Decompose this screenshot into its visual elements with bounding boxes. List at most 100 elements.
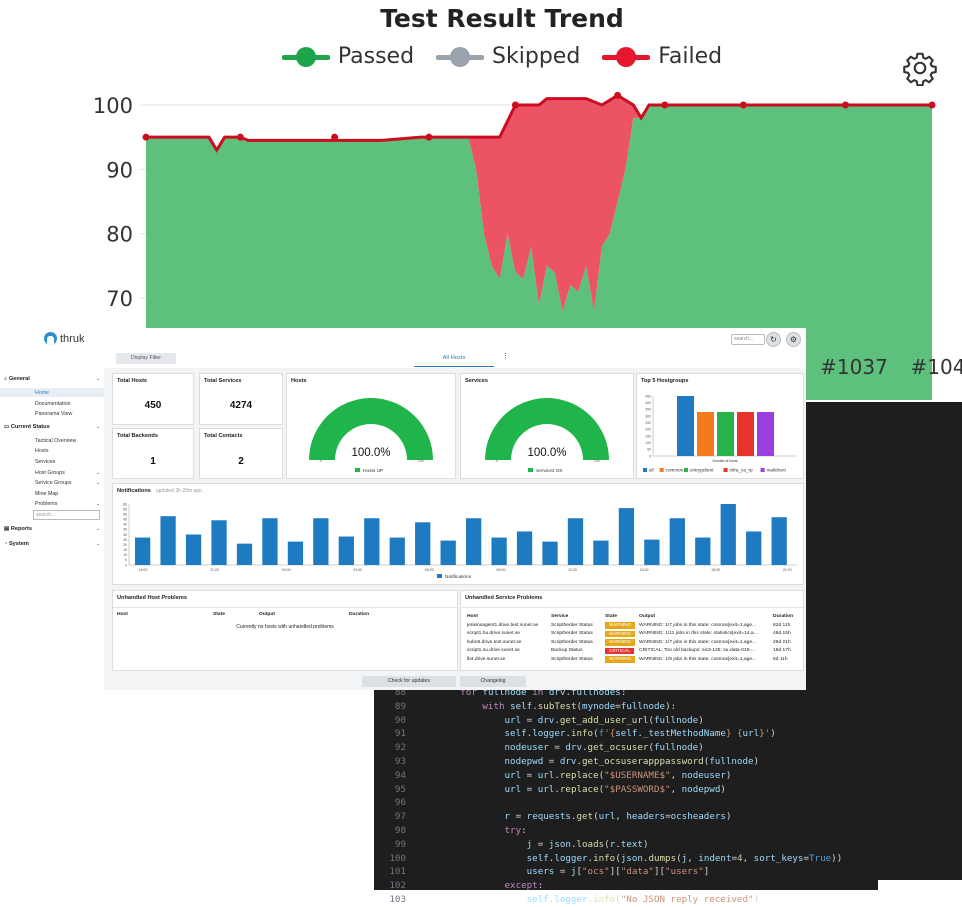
cell-output: WARNING: 1/9 jobs in this state: cosmos[…	[639, 656, 757, 662]
table-row[interactable]: lb4.drive.sunet.se Scriptherder Status WAR…	[465, 655, 795, 664]
code-line: 103 self.logger.info("No JSON reply rece…	[389, 893, 760, 905]
notification-bar	[389, 537, 405, 565]
legend-swatch	[643, 468, 647, 472]
display-filter-button[interactable]: Display Filter	[116, 353, 176, 364]
sidebar-section-current-status[interactable]: ▭ Current Status	[4, 424, 50, 430]
chevron-down-icon[interactable]: ⌄	[96, 424, 100, 430]
sidebar-item-service-groups[interactable]: Service Groups	[35, 480, 72, 486]
notification-bar	[771, 517, 787, 565]
table-row[interactable]: script1.hu.drive.sunet.se Scriptherder St…	[465, 630, 795, 639]
y-tick-label: 0	[649, 454, 651, 458]
cell-host[interactable]: script1.hu.drive.sunet.se	[465, 630, 549, 639]
chevron-down-icon[interactable]: ⌄	[96, 501, 100, 507]
notification-bar	[720, 504, 736, 565]
table-row[interactable]: jenkinsagent1.drive.test.sunet.se Scripth…	[465, 621, 795, 630]
col-host: Host	[117, 612, 128, 617]
notification-bar	[695, 537, 711, 565]
total-services-label: Total Services	[204, 378, 242, 384]
chevron-down-icon[interactable]: ⌄	[96, 470, 100, 476]
cell-host[interactable]: kube5.drive.test.sunet.se	[465, 638, 549, 647]
sidebar-section-reports[interactable]: ▤ Reports	[4, 526, 32, 532]
hosts-gauge-max: 100	[418, 458, 425, 463]
sidebar-item-documentation[interactable]: Documentation	[35, 401, 71, 407]
col-state: State	[605, 613, 617, 619]
top-hostgroups-panel[interactable]: Top 5 Hostgroups 450 400 350 300 250 200 150 10…	[636, 373, 804, 479]
hosts-gauge-panel[interactable]: Hosts 100.0% 0 100 Hosts UP	[286, 373, 456, 479]
sidebar-item-services[interactable]: Services	[35, 459, 55, 465]
host-problems-panel[interactable]: Unhandled Host Problems Host State Outpu…	[112, 590, 458, 671]
total-contacts-panel[interactable]: Total Contacts 2	[199, 428, 283, 479]
notification-bar	[262, 518, 278, 565]
code-line: 90 url = drv.get_add_user_url(fullnode)	[394, 714, 704, 726]
hostgroup-bar	[757, 412, 774, 456]
hostgroup-bar	[737, 412, 754, 456]
y-tick-label: 450	[645, 394, 651, 398]
check-updates-button[interactable]: Check for updates	[362, 676, 456, 687]
thruk-logo-text: thruk	[60, 332, 85, 345]
notification-bar	[287, 541, 304, 565]
service-problems-table: Host Service State Output Duration jenki…	[465, 611, 795, 664]
y-tick-label: 250	[645, 421, 651, 425]
table-row[interactable]: kube5.drive.test.sunet.se Scriptherder St…	[465, 638, 795, 647]
col-state: State	[213, 612, 225, 617]
col-service: Service	[551, 613, 569, 619]
sidebar-item-mine-map[interactable]: Mine Map	[35, 491, 58, 497]
code-line: 101 users = j["ocs"]["data"]["users"]	[389, 866, 710, 878]
cell-output: CRITICAL: Too old backups: sis3-125: su-…	[639, 648, 756, 654]
cell-output: WARNING: 1/7 jobs in this state: cosmos[…	[639, 639, 757, 645]
status-badge: WARNING	[605, 630, 636, 637]
code-line: 89 with self.subTest(mynode=fullnode):	[394, 700, 677, 712]
refresh-icon[interactable]: ↻	[766, 332, 781, 347]
sidebar-item-host-groups[interactable]: Host Groups	[35, 470, 65, 476]
cell-service[interactable]: Scriptherder Status	[549, 638, 603, 647]
total-services-panel[interactable]: Total Services 4274	[199, 373, 283, 425]
chevron-down-icon[interactable]: ⌄	[96, 526, 100, 532]
total-hosts-panel[interactable]: Total Hosts 450	[112, 373, 194, 425]
trend-point	[661, 101, 669, 109]
notification-bar	[593, 540, 609, 565]
services-gauge: 100.0% 0 100 Services OK	[485, 398, 609, 474]
hostgroup-bar	[717, 412, 734, 456]
services-gauge-panel[interactable]: Services 100.0% 0 100 Services OK	[460, 373, 634, 479]
sidebar-item-problems[interactable]: Problems	[35, 501, 57, 507]
cell-host[interactable]: script1.su.drive.sunet.se	[465, 647, 549, 656]
notifications-panel[interactable]: Notifications updated 3h 20m ago 60 55 50 45…	[112, 483, 804, 585]
y-tick-label: 80	[106, 223, 133, 247]
thruk-logo[interactable]: thruk	[44, 332, 84, 345]
changelog-button[interactable]: Changelog	[460, 676, 526, 687]
legend-label: mailclient	[767, 468, 787, 473]
settings-gear-icon[interactable]: ⚙	[786, 332, 801, 347]
sidebar-section-system[interactable]: ◔ System	[4, 541, 29, 547]
cell-host[interactable]: jenkinsagent1.drive.test.sunet.se	[465, 621, 549, 630]
chevron-down-icon[interactable]: ⌄	[96, 480, 100, 486]
more-vertical-icon[interactable]: ⋮	[502, 352, 509, 360]
sidebar-item-hosts[interactable]: Hosts	[35, 448, 49, 454]
col-output: Output	[259, 612, 276, 617]
chevron-down-icon[interactable]: ⌄	[96, 376, 100, 382]
sidebar-section-general[interactable]: ⌂ General	[4, 376, 30, 382]
tab-all-hosts[interactable]: All Hosts	[414, 353, 494, 364]
cell-service[interactable]: Scriptherder Status	[549, 655, 603, 664]
service-problems-panel[interactable]: Unhandled Service Problems Host Service …	[460, 590, 804, 671]
x-tick-label: 21:00	[210, 568, 219, 572]
cell-service[interactable]: Backup Status	[549, 647, 603, 656]
legend-label: entrygclient	[690, 468, 714, 473]
sidebar-item-home[interactable]: Home	[35, 390, 49, 396]
hosts-gauge-legend-swatch	[355, 468, 360, 472]
cell-service[interactable]: Scriptherder Status	[549, 630, 603, 639]
legend-swatch	[437, 574, 442, 578]
cell-host[interactable]: lb4.drive.sunet.se	[465, 655, 549, 664]
sidebar-item-tactical[interactable]: Tactical Overview	[35, 438, 76, 444]
top-search-input[interactable]: search...	[731, 334, 765, 345]
chevron-down-icon[interactable]: ⌄	[96, 541, 100, 547]
y-tick-label: 350	[645, 408, 651, 412]
y-tick-label: 90	[106, 158, 133, 182]
sidebar-item-panorama[interactable]: Panorama View	[35, 411, 72, 417]
total-backends-panel[interactable]: Total Backends 1	[112, 428, 194, 479]
notification-bar	[364, 518, 380, 565]
sidebar-search-input[interactable]: search...	[33, 510, 100, 520]
y-tick-label: 40	[123, 523, 127, 527]
code-line: 102 except:	[389, 880, 544, 892]
cell-service[interactable]: Scriptherder Status	[549, 621, 603, 630]
table-row[interactable]: script1.su.drive.sunet.se Backup Status CR…	[465, 647, 795, 656]
